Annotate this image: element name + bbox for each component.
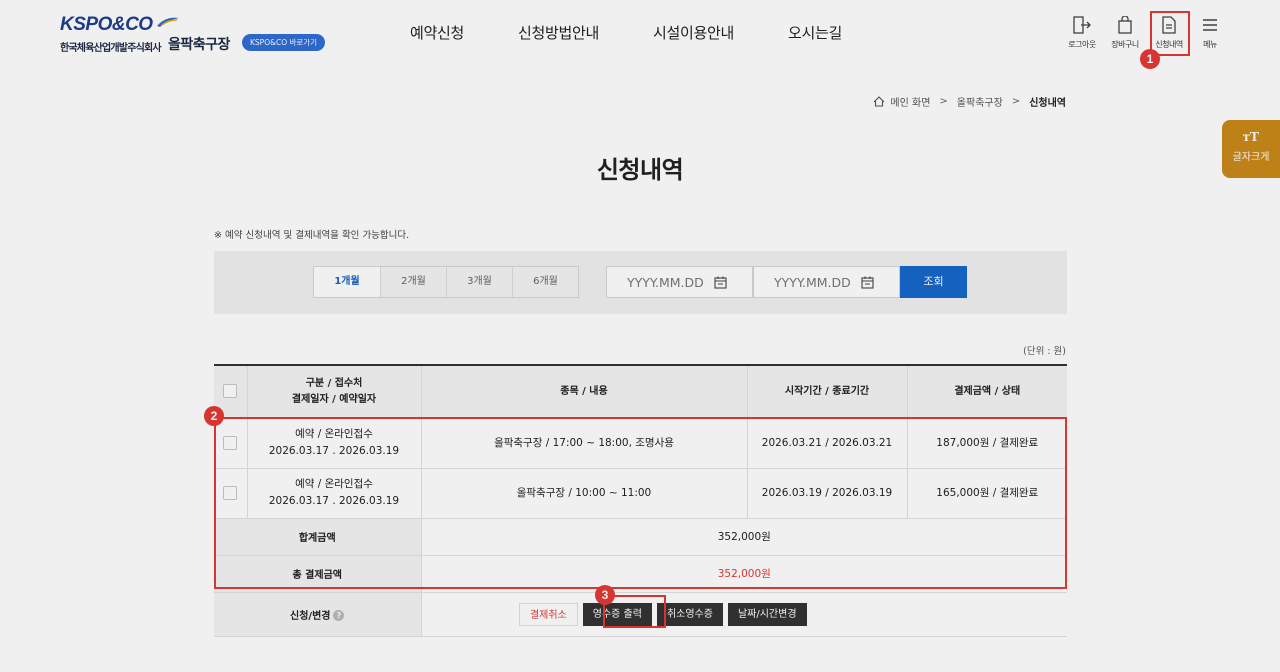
nav-item-facility-guide[interactable]: 시설이용안내 xyxy=(653,22,734,46)
logo-swoosh-icon xyxy=(157,17,179,27)
change-datetime-button[interactable]: 날짜/시간변경 xyxy=(727,602,807,626)
breadcrumb: 메인 화면 > 올팍축구장 > 신청내역 xyxy=(873,94,1066,109)
notice-text: ※ 예약 신청내역 및 결제내역을 확인 가능합니다. xyxy=(214,230,410,241)
table-header-row: 구분 / 접수처 결제일자 / 예약일자 종목 / 내용 시작기간 / 종료기간… xyxy=(214,365,1067,419)
payment-cancel-button[interactable]: 결제취소 xyxy=(518,602,578,626)
end-date-placeholder: YYYY.MM.DD xyxy=(774,274,851,290)
breadcrumb-home[interactable]: 메인 화면 xyxy=(890,94,930,109)
page-title: 신청내역 xyxy=(596,156,684,184)
logout-icon xyxy=(1073,16,1091,34)
search-button[interactable]: 조회 xyxy=(900,266,967,298)
cart-label: 장바구니 xyxy=(1111,40,1139,49)
help-icon[interactable]: ? xyxy=(333,609,345,621)
action-label: 신청/변경 xyxy=(290,610,331,622)
highlight-rows xyxy=(214,417,1067,589)
cancel-receipt-button[interactable]: 취소영수증 xyxy=(656,602,723,626)
chevron-right-icon: > xyxy=(939,96,948,107)
step-badge-1: 1 xyxy=(1140,49,1160,69)
org-name: 한국체육산업개발주식회사 xyxy=(60,43,162,54)
breadcrumb-level1[interactable]: 올팍축구장 xyxy=(957,94,1003,109)
logout-button[interactable]: 로그아웃 xyxy=(1060,16,1104,50)
main-nav: 예약신청 신청방법안내 시설이용안내 오시는길 xyxy=(410,22,896,46)
header-amount: 결제금액 / 상태 xyxy=(906,365,1067,419)
kspo-shortcut-button[interactable]: KSPO&CO 바로가기 xyxy=(242,34,326,51)
step-badge-3: 3 xyxy=(595,585,615,605)
menu-label: 메뉴 xyxy=(1203,40,1217,49)
home-icon[interactable] xyxy=(873,96,885,107)
start-date-placeholder: YYYY.MM.DD xyxy=(627,274,704,290)
cart-button[interactable]: 장바구니 xyxy=(1103,16,1147,50)
calendar-icon[interactable] xyxy=(714,276,727,289)
venue-name: 올팍축구장 xyxy=(168,37,230,53)
breadcrumb-current: 신청내역 xyxy=(1029,98,1066,109)
calendar-icon[interactable] xyxy=(861,276,874,289)
logo-wordmark: KSPO&CO xyxy=(60,14,153,35)
header-period: 시작기간 / 종료기간 xyxy=(746,365,907,419)
select-all-checkbox[interactable] xyxy=(223,383,238,398)
highlight-history xyxy=(1150,11,1190,56)
hamburger-menu-icon xyxy=(1203,19,1217,31)
period-tabs: 1개월 2개월 3개월 6개월 xyxy=(313,266,579,298)
header-type: 구분 / 접수처 결제일자 / 예약일자 xyxy=(246,365,421,419)
period-2-months[interactable]: 2개월 xyxy=(380,267,446,297)
nav-item-how-to-apply[interactable]: 신청방법안내 xyxy=(518,22,599,46)
period-6-months[interactable]: 6개월 xyxy=(512,267,578,297)
chevron-right-icon: > xyxy=(1011,96,1021,107)
logout-label: 로그아웃 xyxy=(1068,40,1096,49)
end-date-input[interactable]: YYYY.MM.DD xyxy=(753,266,900,298)
action-buttons-cell: 결제취소 영수증 출력 취소영수증 날짜/시간변경 xyxy=(420,592,1067,637)
shopping-bag-icon xyxy=(1118,16,1132,34)
period-1-month[interactable]: 1개월 xyxy=(314,267,380,297)
step-badge-2: 2 xyxy=(204,406,224,426)
start-date-input[interactable]: YYYY.MM.DD xyxy=(606,266,753,298)
nav-item-reservation[interactable]: 예약신청 xyxy=(410,22,464,46)
search-filter: 1개월 2개월 3개월 6개월 YYYY.MM.DD YYYY.MM.DD 조회 xyxy=(214,251,1067,314)
menu-button[interactable]: 메뉴 xyxy=(1188,16,1232,50)
header-type-line1: 구분 / 접수처 xyxy=(305,377,363,389)
unit-label: (단위 : 원) xyxy=(1023,346,1066,357)
site-logo[interactable]: KSPO&CO 한국체육산업개발주식회사 올팍축구장 KSPO&CO 바로가기 xyxy=(60,14,326,58)
header-item: 종목 / 내용 xyxy=(420,365,747,419)
nav-item-directions[interactable]: 오시는길 xyxy=(788,22,842,46)
site-header: KSPO&CO 한국체육산업개발주식회사 올팍축구장 KSPO&CO 바로가기 … xyxy=(0,0,1280,70)
period-3-months[interactable]: 3개월 xyxy=(446,267,512,297)
text-size-icon: ᴛT xyxy=(1242,130,1260,145)
header-type-line2: 결제일자 / 예약일자 xyxy=(291,393,377,405)
